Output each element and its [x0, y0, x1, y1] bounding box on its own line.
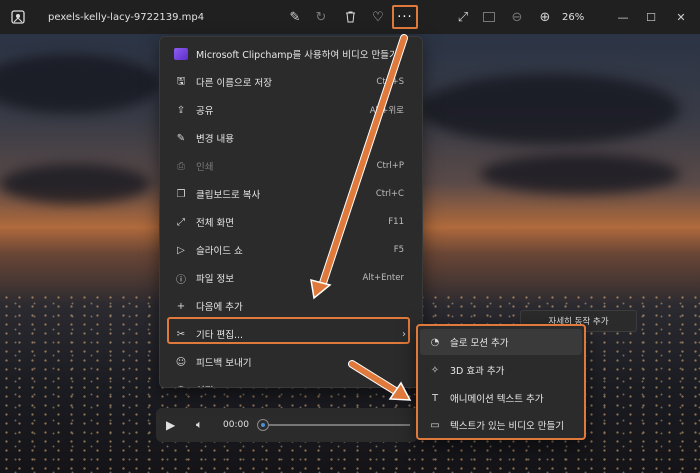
menu-item-edit[interactable]: ✎ 변경 내용	[160, 124, 422, 152]
file-name: pexels-kelly-lacy-9722139.mp4	[48, 11, 205, 23]
video-text-icon: ▭	[430, 419, 440, 431]
slow-motion-icon: ◔	[430, 336, 440, 348]
clipchamp-icon	[174, 48, 188, 60]
menu-item-feedback[interactable]: ☺ 피드백 보내기	[160, 348, 422, 376]
menu-item-copy[interactable]: ❐ 클립보드로 복사 Ctrl+C	[160, 180, 422, 208]
volume-icon[interactable]: 🔈︎	[196, 408, 203, 442]
menu-item-save-as[interactable]: 🖫︎ 다른 이름으로 저장 Ctrl+S	[160, 68, 422, 96]
title-bar: pexels-kelly-lacy-9722139.mp4 ✎ ↻ ♡ ··· …	[0, 0, 700, 34]
3d-effects-icon: ✧	[430, 364, 440, 376]
print-icon: ⎙	[177, 160, 185, 172]
copy-icon: ❐	[176, 188, 186, 200]
menu-item-print[interactable]: ⎙ 인쇄 Ctrl+P	[160, 152, 422, 180]
fullscreen-icon: ⤢	[177, 216, 185, 228]
edit-icon: ✎	[176, 132, 186, 144]
info-icon: ⓘ	[176, 274, 186, 286]
settings-icon: ⚙	[174, 385, 188, 388]
more-edits-highlight	[167, 317, 410, 344]
menu-item-file-info[interactable]: ⓘ 파일 정보 Alt+Enter	[160, 264, 422, 292]
player-controls: ▶ 🔈︎ 00:00	[156, 408, 418, 442]
menu-item-add-to[interactable]: + 다음에 추가	[160, 292, 422, 320]
submenu-item-animated-text[interactable]: T 애니메이션 텍스트 추가	[420, 385, 582, 411]
more-edits-submenu: ◔ 슬로 모션 추가 ✧ 3D 효과 추가 T 애니메이션 텍스트 추가 ▭ 텍…	[416, 324, 586, 440]
expand-icon[interactable]: ⤢	[452, 0, 474, 34]
close-button[interactable]: ✕	[666, 0, 696, 34]
submenu-item-slow-motion[interactable]: ◔ 슬로 모션 추가	[420, 329, 582, 355]
menu-item-fullscreen[interactable]: ⤢ 전체 화면 F11	[160, 208, 422, 236]
submenu-item-video-text[interactable]: ▭ 텍스트가 있는 비디오 만들기	[420, 412, 582, 438]
plus-icon: +	[176, 300, 186, 312]
menu-item-slideshow[interactable]: ▷ 슬라이드 쇼 F5	[160, 236, 422, 264]
submenu-item-3d-effects[interactable]: ✧ 3D 효과 추가	[420, 357, 582, 383]
save-icon: 🖫︎	[176, 75, 186, 87]
zoom-in-icon[interactable]: ⊕	[534, 0, 556, 34]
seek-knob[interactable]	[257, 419, 269, 431]
actual-size-icon[interactable]	[478, 0, 500, 34]
share-icon: ⇪	[176, 104, 186, 116]
rotate-icon[interactable]: ↻	[310, 0, 332, 34]
seek-bar[interactable]	[260, 424, 410, 426]
zoom-level: 26%	[562, 11, 585, 23]
current-time: 00:00	[223, 420, 249, 430]
animated-text-icon: T	[431, 392, 439, 404]
maximize-button[interactable]: ☐	[636, 0, 666, 34]
more-options-button[interactable]: ···	[392, 5, 418, 29]
play-icon[interactable]: ▶	[166, 408, 175, 442]
minimize-button[interactable]: —	[608, 0, 638, 34]
slideshow-icon: ▷	[177, 244, 185, 256]
menu-item-clipchamp[interactable]: Microsoft Clipchamp를 사용하여 비디오 만들기	[160, 40, 422, 68]
photos-app-icon	[8, 0, 28, 34]
menu-item-share[interactable]: ⇪ 공유 Alt+위로	[160, 96, 422, 124]
feedback-icon: ☺	[175, 356, 187, 368]
menu-item-settings[interactable]: ⚙ 설정	[160, 376, 422, 388]
favorite-heart-icon[interactable]: ♡	[367, 0, 389, 34]
edit-image-icon[interactable]: ✎	[284, 0, 306, 34]
zoom-out-icon[interactable]: ⊖	[506, 0, 528, 34]
delete-icon[interactable]	[339, 0, 361, 34]
